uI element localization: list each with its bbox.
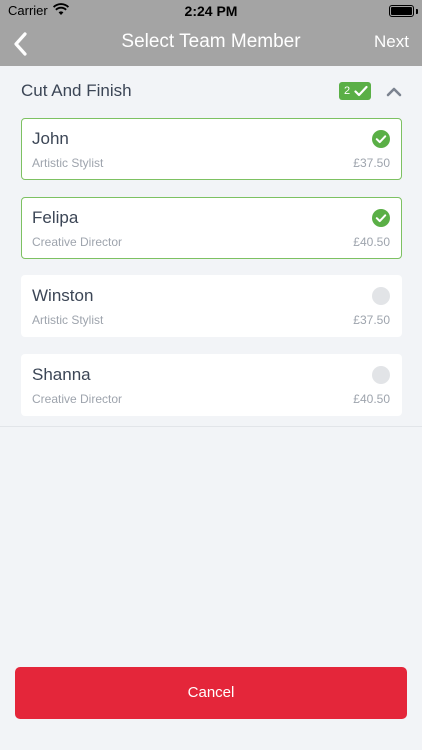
- unselected-circle-icon: [372, 287, 390, 305]
- member-name: John: [32, 129, 69, 148]
- page-title: Select Team Member: [121, 31, 301, 52]
- member-role: Artistic Stylist: [32, 313, 104, 327]
- team-member-card-shanna[interactable]: Shanna Creative Director £40.50: [21, 354, 402, 416]
- member-role: Creative Director: [32, 235, 123, 249]
- team-member-card-winston[interactable]: Winston Artistic Stylist £37.50: [21, 275, 402, 337]
- battery-icon: [389, 5, 414, 17]
- section-divider: [0, 426, 422, 427]
- header-bar: Carrier 2:24 PM Select Team Member Next: [0, 0, 422, 66]
- status-bar: Carrier 2:24 PM: [0, 0, 422, 22]
- member-name: Felipa: [32, 208, 79, 227]
- member-name: Shanna: [32, 365, 91, 384]
- service-section-header[interactable]: Cut And Finish 2: [0, 66, 422, 116]
- checkmark-circle-icon: [372, 130, 390, 148]
- battery-tip: [416, 9, 418, 14]
- status-time: 2:24 PM: [184, 3, 238, 19]
- member-role: Creative Director: [32, 392, 123, 406]
- chevron-up-icon[interactable]: [385, 85, 403, 97]
- team-member-card-john[interactable]: John Artistic Stylist £37.50: [21, 118, 402, 180]
- member-price: £37.50: [353, 156, 390, 170]
- navigation-bar: Select Team Member Next: [0, 22, 422, 66]
- member-price: £40.50: [353, 392, 390, 406]
- team-member-card-felipa[interactable]: Felipa Creative Director £40.50: [21, 197, 402, 259]
- member-name: Winston: [32, 286, 94, 305]
- member-price: £37.50: [353, 313, 390, 327]
- selected-count: 2: [344, 85, 351, 97]
- checkmark-circle-icon: [372, 209, 390, 227]
- next-button[interactable]: Next: [374, 32, 409, 52]
- check-icon: [354, 85, 368, 97]
- member-role: Artistic Stylist: [32, 156, 104, 170]
- selected-count-badge: 2: [339, 82, 371, 100]
- unselected-circle-icon: [372, 366, 390, 384]
- service-title: Cut And Finish: [21, 81, 132, 100]
- member-price: £40.50: [353, 235, 390, 249]
- cancel-button[interactable]: Cancel: [15, 667, 407, 719]
